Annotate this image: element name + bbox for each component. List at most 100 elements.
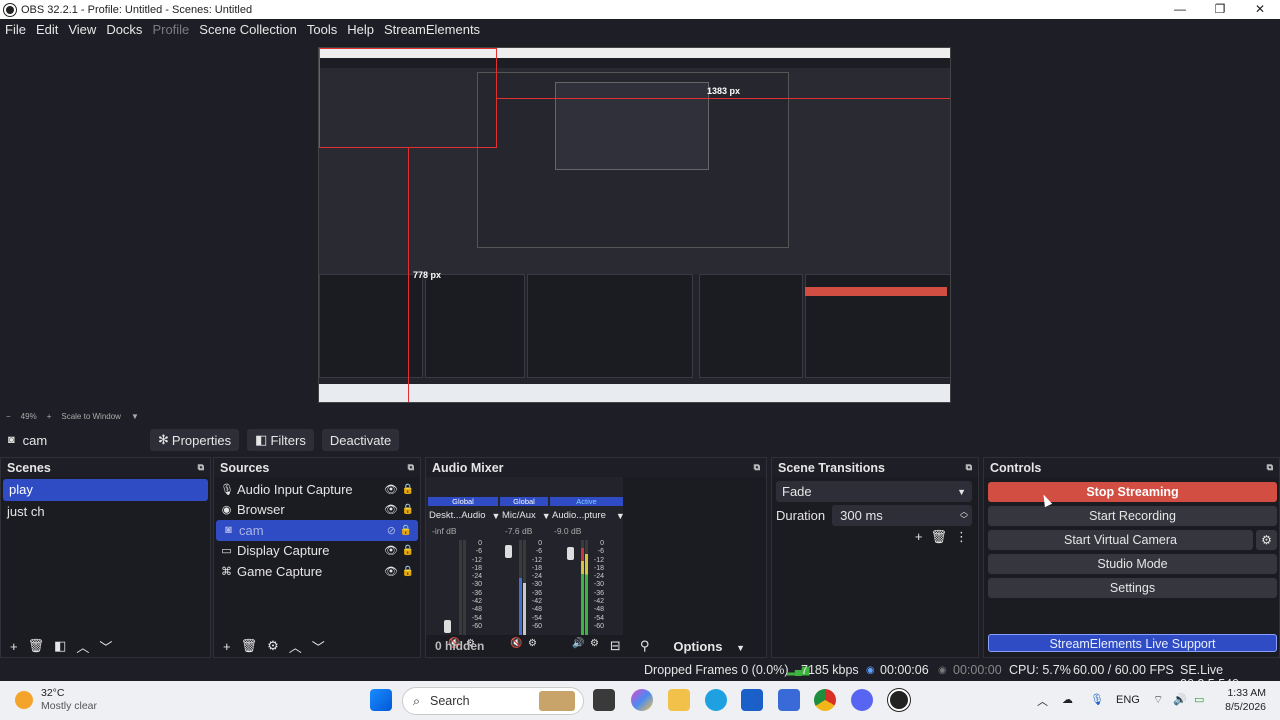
- channel-name[interactable]: Audio...pture ▼: [552, 510, 625, 521]
- volume-icon[interactable]: 🔊: [1173, 693, 1187, 706]
- float-dock-icon[interactable]: ⧉: [408, 462, 414, 473]
- minimize-button[interactable]: —: [1160, 0, 1200, 19]
- channel-name[interactable]: Deskt...Audio ▼: [429, 510, 500, 521]
- lock-icon[interactable]: 🔒: [402, 504, 414, 515]
- float-dock-icon[interactable]: ⧉: [754, 462, 760, 473]
- float-dock-icon[interactable]: ⧉: [198, 462, 204, 473]
- onedrive-icon[interactable]: ☁: [1062, 693, 1073, 706]
- search-placeholder: Search: [430, 694, 470, 708]
- edge-icon[interactable]: [705, 689, 727, 711]
- menu-docks[interactable]: Docks: [106, 22, 142, 37]
- move-down-icon[interactable]: ﹀: [99, 637, 112, 656]
- scene-item[interactable]: just ch: [1, 501, 210, 523]
- menu-tools[interactable]: Tools: [307, 22, 337, 37]
- deactivate-button[interactable]: Deactivate: [321, 429, 400, 451]
- clock-date: 8/5/2026: [1225, 701, 1266, 713]
- menu-file[interactable]: File: [5, 22, 26, 37]
- source-properties-icon[interactable]: ⚙: [267, 638, 279, 654]
- lock-icon[interactable]: 🔒: [402, 566, 414, 577]
- volume-fader[interactable]: [444, 620, 451, 633]
- move-up-icon[interactable]: ︿: [289, 637, 302, 656]
- menu-edit[interactable]: Edit: [36, 22, 58, 37]
- visibility-eye-icon[interactable]: 👁: [384, 544, 398, 557]
- language-indicator[interactable]: ENG: [1116, 694, 1140, 706]
- menu-profile[interactable]: Profile: [152, 22, 189, 37]
- visibility-eye-icon[interactable]: 👁: [384, 503, 398, 516]
- move-down-icon[interactable]: ﹀: [312, 637, 325, 656]
- menu-scene-collection[interactable]: Scene Collection: [199, 22, 297, 37]
- options-button[interactable]: Options ▼: [668, 639, 750, 654]
- zoom-in-button[interactable]: +: [47, 412, 52, 421]
- properties-button[interactable]: ✻ Properties: [150, 429, 240, 451]
- float-dock-icon[interactable]: ⧉: [1267, 462, 1273, 473]
- float-dock-icon[interactable]: ⧉: [966, 462, 972, 473]
- add-source-icon[interactable]: +: [223, 639, 231, 654]
- menu-help[interactable]: Help: [347, 22, 374, 37]
- discord-icon[interactable]: [851, 689, 873, 711]
- settings-button[interactable]: Settings: [988, 578, 1277, 598]
- zoom-out-button[interactable]: −: [6, 412, 11, 421]
- start-virtual-camera-button[interactable]: Start Virtual Camera: [988, 530, 1253, 550]
- menu-streamelements[interactable]: StreamElements: [384, 22, 480, 37]
- stop-streaming-button[interactable]: Stop Streaming: [988, 482, 1277, 502]
- program-preview[interactable]: 1383 px 778 px: [318, 47, 951, 403]
- weather-widget[interactable]: 32°C Mostly clear: [15, 687, 97, 713]
- link-icon[interactable]: ⚲: [640, 638, 650, 654]
- close-button[interactable]: ✕: [1240, 0, 1280, 19]
- layout-icon[interactable]: ⊟: [610, 638, 621, 654]
- lock-icon[interactable]: 🔒: [402, 545, 414, 556]
- virtual-camera-settings-icon[interactable]: ⚙: [1256, 530, 1277, 550]
- scene-filters-icon[interactable]: ◧: [54, 638, 66, 654]
- battery-icon[interactable]: ▭: [1194, 693, 1204, 706]
- source-item[interactable]: ▭ Display Capture 👁 🔒: [214, 541, 420, 562]
- gear-icon: ✻: [158, 432, 169, 447]
- spinner-icon[interactable]: ︿ ﹀: [960, 507, 968, 524]
- zoom-dropdown-icon[interactable]: ▼: [131, 412, 139, 421]
- chrome-icon[interactable]: [814, 689, 836, 711]
- lock-icon[interactable]: 🔒: [400, 525, 412, 536]
- sources-dock-title: Sources ⧉: [214, 458, 420, 477]
- maximize-button[interactable]: ❐: [1200, 0, 1240, 19]
- scene-item[interactable]: play: [3, 479, 208, 501]
- preview-measure-line-h: [497, 98, 950, 99]
- streamelements-support-button[interactable]: StreamElements Live Support: [988, 634, 1277, 652]
- remove-transition-icon[interactable]: 🗑: [930, 529, 947, 545]
- microphone-icon[interactable]: 🎙: [1090, 693, 1104, 706]
- volume-fader[interactable]: [567, 547, 574, 560]
- studio-mode-button[interactable]: Studio Mode: [988, 554, 1277, 574]
- copilot-icon[interactable]: [631, 689, 653, 711]
- show-hidden-icons[interactable]: ︿: [1037, 693, 1048, 709]
- source-item[interactable]: ◉ Browser 👁 🔒: [214, 500, 420, 521]
- source-item[interactable]: ⌘ Game Capture 👁 🔒: [214, 561, 420, 582]
- visibility-eye-icon[interactable]: 👁: [384, 483, 398, 496]
- preview-bounding-box[interactable]: [319, 48, 497, 148]
- move-up-icon[interactable]: ︿: [76, 637, 89, 656]
- windows-start-icon[interactable]: [370, 689, 392, 711]
- start-recording-button[interactable]: Start Recording: [988, 506, 1277, 526]
- lock-icon[interactable]: 🔒: [402, 484, 414, 495]
- add-transition-icon[interactable]: +: [915, 529, 923, 545]
- system-clock[interactable]: 1:33 AM 8/5/2026: [1225, 686, 1266, 714]
- more-options-icon[interactable]: ⋮: [955, 529, 968, 545]
- duration-input[interactable]: 300 ms ︿ ﹀: [832, 505, 972, 526]
- source-item[interactable]: ◙ cam ⊘ 🔒: [216, 520, 418, 541]
- source-item[interactable]: 🎙 Audio Input Capture 👁 🔒: [214, 479, 420, 500]
- transition-select[interactable]: Fade ▼: [776, 481, 972, 502]
- mail-icon[interactable]: [778, 689, 800, 711]
- wifi-icon[interactable]: ⌔: [1153, 693, 1163, 707]
- remove-source-icon[interactable]: 🗑: [241, 638, 258, 654]
- channel-name[interactable]: Mic/Aux ▼: [502, 510, 551, 521]
- taskbar-search[interactable]: ⌕ Search: [402, 687, 584, 715]
- volume-fader[interactable]: [505, 545, 512, 558]
- hidden-count[interactable]: 0 hidden: [435, 639, 484, 653]
- menu-view[interactable]: View: [68, 22, 96, 37]
- obs-taskbar-icon[interactable]: [888, 689, 910, 711]
- add-scene-icon[interactable]: +: [10, 639, 18, 654]
- store-icon[interactable]: [741, 689, 763, 711]
- remove-scene-icon[interactable]: 🗑: [28, 638, 45, 654]
- visibility-hidden-icon[interactable]: ⊘: [387, 524, 396, 537]
- visibility-eye-icon[interactable]: 👁: [384, 565, 398, 578]
- task-view-icon[interactable]: [593, 689, 615, 711]
- filters-button[interactable]: ◧ Filters: [247, 429, 314, 451]
- file-explorer-icon[interactable]: [668, 689, 690, 711]
